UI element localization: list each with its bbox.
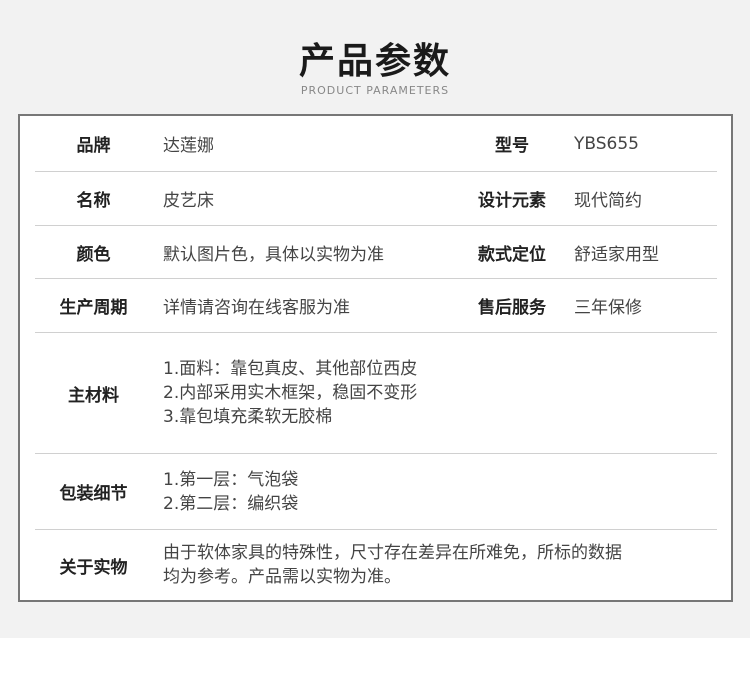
- material-value: 1.面料：靠包真皮、其他部位西皮 2.内部采用实木框架，稳固不变形 3.靠包填充…: [163, 333, 683, 453]
- packaging-label: 包装细节: [59, 484, 128, 504]
- notice-line: 由于软体家具的特殊性，尺寸存在差异在所难免，所标的数据: [163, 543, 622, 563]
- color-value: 默认图片色，具体以实物为准: [163, 244, 384, 265]
- table-row-material: 主材料 1.面料：靠包真皮、其他部位西皮 2.内部采用实木框架，稳固不变形 3.…: [35, 333, 717, 454]
- model-value: YBS655: [574, 133, 639, 154]
- material-label: 主材料: [68, 385, 119, 406]
- color-label: 颜色: [76, 244, 111, 265]
- name-value: 皮艺床: [163, 191, 214, 211]
- parameters-table: 品牌 达莲娜 型号 YBS655 名称 皮艺床 设计元素 现代简约 颜色 默认图…: [18, 114, 733, 602]
- page-title: 产品参数: [298, 41, 451, 82]
- table-row-production: 生产周期 详情请咨询在线客服为准 售后服务 三年保修: [35, 279, 717, 333]
- packaging-line: 2.第二层：编织袋: [163, 493, 299, 514]
- notice-label: 关于实物: [59, 557, 128, 578]
- table-row-notice: 关于实物 由于软体家具的特殊性，尺寸存在差异在所难免，所标的数据 均为参考。产品…: [35, 530, 717, 600]
- page-subtitle: PRODUCT PARAMETERS: [300, 84, 450, 97]
- style-label: 款式定位: [478, 244, 546, 265]
- name-label: 名称: [76, 191, 111, 211]
- production-value: 详情请咨询在线客服为准: [163, 298, 350, 318]
- aftersales-value: 三年保修: [574, 298, 642, 318]
- table-row-packaging: 包装细节 1.第一层：气泡袋 2.第二层：编织袋: [35, 454, 717, 530]
- packaging-value: 1.第一层：气泡袋 2.第二层：编织袋: [163, 454, 683, 529]
- design-value: 现代简约: [574, 191, 642, 211]
- brand-label: 品牌: [76, 136, 111, 156]
- notice-value: 由于软体家具的特殊性，尺寸存在差异在所难免，所标的数据 均为参考。产品需以实物为…: [163, 530, 683, 600]
- table-row-name: 名称 皮艺床 设计元素 现代简约: [35, 172, 717, 226]
- notice-line: 均为参考。产品需以实物为准。: [163, 567, 401, 587]
- material-line: 1.面料：靠包真皮、其他部位西皮: [163, 359, 418, 379]
- model-label: 型号: [495, 136, 529, 156]
- material-line: 2.内部采用实木框架，稳固不变形: [163, 383, 418, 403]
- aftersales-label: 售后服务: [478, 298, 546, 318]
- design-label: 设计元素: [478, 191, 546, 211]
- material-line: 3.靠包填充柔软无胶棉: [163, 407, 333, 427]
- packaging-line: 1.第一层：气泡袋: [163, 469, 299, 490]
- style-value: 舒适家用型: [574, 244, 659, 265]
- production-label: 生产周期: [59, 298, 128, 318]
- table-row-brand: 品牌 达莲娜 型号 YBS655: [35, 116, 717, 172]
- brand-value: 达莲娜: [163, 136, 214, 156]
- table-row-color: 颜色 默认图片色，具体以实物为准 款式定位 舒适家用型: [35, 226, 717, 279]
